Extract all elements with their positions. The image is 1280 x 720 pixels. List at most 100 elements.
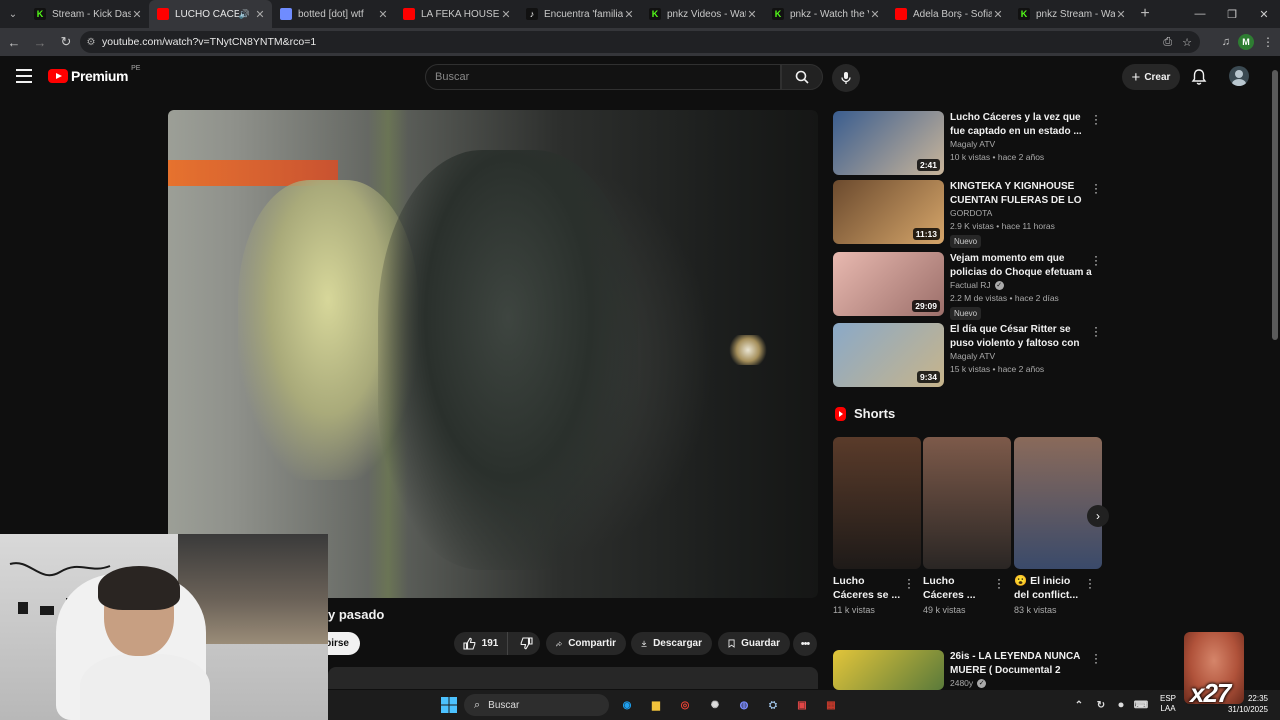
more-actions-button[interactable]: ••• xyxy=(793,632,817,656)
forward-icon[interactable]: → xyxy=(28,30,52,54)
video-thumbnail[interactable]: 2:41 xyxy=(833,111,944,175)
youtube-premium-logo[interactable]: Premium PE xyxy=(48,65,140,84)
description-box[interactable] xyxy=(328,667,818,689)
browser-tab[interactable]: LA FEKA HOUSE EN S✕ xyxy=(395,0,518,28)
like-button[interactable]: 191 xyxy=(454,632,508,655)
notifications-bell-icon[interactable] xyxy=(1191,68,1207,86)
recommended-video[interactable]: 29:09 Vejam momento em que policias do Ch… xyxy=(833,250,1103,320)
app-icon[interactable]: ✺ xyxy=(706,696,724,714)
tab-close-icon[interactable]: ✕ xyxy=(623,8,635,21)
save-button[interactable]: Guardar xyxy=(718,632,790,655)
scrollbar-thumb[interactable] xyxy=(1272,70,1278,340)
download-button[interactable]: Descargar xyxy=(631,632,712,655)
recommended-video[interactable]: 9:34 El día que César Ritter se puso viol… xyxy=(833,321,1103,387)
video-title[interactable]: Vejam momento em que policias do Choque … xyxy=(950,252,1092,279)
input-language[interactable]: ESP LAA xyxy=(1160,694,1176,714)
media-app-icon[interactable]: ▣ xyxy=(793,696,811,714)
sync-icon[interactable]: ↻ xyxy=(1092,696,1110,714)
short-thumbnail[interactable] xyxy=(1014,437,1102,569)
restore-icon[interactable]: ❐ xyxy=(1216,0,1248,28)
tab-close-icon[interactable]: ✕ xyxy=(131,8,143,21)
channel-name[interactable]: Factual RJ xyxy=(950,280,991,290)
video-thumbnail[interactable]: 11:13 xyxy=(833,180,944,244)
tray-overflow-icon[interactable]: ⌃ xyxy=(1070,696,1088,714)
keyboard-icon[interactable]: ⌨ xyxy=(1132,696,1150,714)
channel-name[interactable]: GORDOTA xyxy=(950,208,992,218)
share-button[interactable]: Compartir xyxy=(546,632,626,655)
video-title[interactable]: El día que César Ritter se puso violento… xyxy=(950,323,1092,350)
recommended-video[interactable]: 11:13 KINGTEKA Y KIGNHOUSE CUENTAN FULERA… xyxy=(833,178,1103,248)
short-title[interactable]: Lucho Cáceres se ... xyxy=(833,574,905,602)
browser-tab[interactable]: ♪ Encuentra 'familia co✕ xyxy=(518,0,641,28)
steam-icon[interactable]: ⛭ xyxy=(764,696,782,714)
browser-tab[interactable]: Kpnkz - Watch the VO✕ xyxy=(764,0,887,28)
page-scrollbar[interactable] xyxy=(1270,56,1280,690)
video-menu-icon[interactable]: · · · xyxy=(1091,250,1101,270)
short-menu-icon[interactable]: · · · xyxy=(1088,573,1092,593)
video-thumbnail[interactable]: 29:09 xyxy=(833,252,944,316)
short-menu-icon[interactable]: · · · xyxy=(997,573,1001,593)
menu-icon[interactable] xyxy=(16,69,32,83)
search-input[interactable]: Buscar xyxy=(425,64,781,90)
short-title[interactable]: Lucho Cáceres ... xyxy=(923,574,995,602)
bookmark-star-icon[interactable]: ☆ xyxy=(1182,36,1192,49)
video-menu-icon[interactable]: · · · xyxy=(1091,648,1101,668)
tab-audio-icon[interactable]: 🔊 xyxy=(239,9,250,20)
tab-close-icon[interactable]: ✕ xyxy=(500,8,512,21)
edge-icon[interactable]: ◉ xyxy=(618,696,636,714)
profile-avatar[interactable]: M xyxy=(1238,34,1254,50)
video-thumbnail[interactable] xyxy=(833,650,944,690)
red-app-icon[interactable]: ▦ xyxy=(822,696,840,714)
video-title[interactable]: Lucho Cáceres y la vez que fue captado e… xyxy=(950,111,1092,138)
channel-name[interactable]: Magaly ATV xyxy=(950,351,995,361)
search-button[interactable] xyxy=(781,64,823,90)
media-controls-icon[interactable]: ♫ xyxy=(1222,36,1230,48)
browser-tab[interactable]: Kpnkz Videos - Watch✕ xyxy=(641,0,764,28)
short-thumbnail[interactable] xyxy=(833,437,921,569)
recommended-video[interactable]: 2:41 Lucho Cáceres y la vez que fue capta… xyxy=(833,109,1103,175)
minimize-icon[interactable]: — xyxy=(1184,0,1216,28)
browser-tab[interactable]: K Stream - Kick Dashbo✕ xyxy=(26,0,149,28)
address-url[interactable]: youtube.com/watch?v=TNytCN8YNTM&rco=1 xyxy=(102,36,316,48)
shorts-next-button[interactable]: › xyxy=(1087,505,1109,527)
short-title[interactable]: 😮 El inicio del conflict... xyxy=(1014,574,1086,602)
tab-search-icon[interactable]: ⌄ xyxy=(0,0,26,28)
video-menu-icon[interactable]: · · · xyxy=(1091,178,1101,198)
tab-close-icon[interactable]: ✕ xyxy=(254,8,266,21)
short-thumbnail[interactable] xyxy=(923,437,1011,569)
voice-search-button[interactable] xyxy=(832,64,860,92)
tab-close-icon[interactable]: ✕ xyxy=(869,8,881,21)
recommended-video[interactable]: 26is - LA LEYENDA NUNCA MUERE ( Document… xyxy=(833,648,1103,690)
new-tab-button[interactable]: + xyxy=(1133,5,1157,23)
tab-close-icon[interactable]: ✕ xyxy=(377,8,389,21)
browser-tab[interactable]: LUCHO CÁCERES🔊 ✕ xyxy=(149,0,272,28)
reload-icon[interactable]: ↻ xyxy=(54,30,78,54)
site-info-icon[interactable]: ⚙ xyxy=(80,37,102,48)
taskbar-search[interactable]: ⌕ Buscar xyxy=(464,694,609,716)
video-title[interactable]: 26is - LA LEYENDA NUNCA MUERE ( Document… xyxy=(950,650,1092,677)
install-app-icon[interactable]: ⎙ xyxy=(1163,36,1172,49)
video-title[interactable]: KINGTEKA Y KIGNHOUSE CUENTAN FULERAS DE … xyxy=(950,180,1092,207)
short-menu-icon[interactable]: · · · xyxy=(907,573,911,593)
chrome-menu-icon[interactable]: ⋮ xyxy=(1262,35,1274,49)
video-thumbnail[interactable]: 9:34 xyxy=(833,323,944,387)
back-icon[interactable]: ← xyxy=(2,30,26,54)
chrome-icon[interactable]: ◎ xyxy=(676,696,694,714)
dislike-button[interactable] xyxy=(514,632,540,655)
video-menu-icon[interactable]: · · · xyxy=(1091,109,1101,129)
account-avatar[interactable] xyxy=(1229,66,1249,86)
browser-tab[interactable]: Adela Borș - Sofia - Y✕ xyxy=(887,0,1010,28)
channel-name[interactable]: 2480y xyxy=(950,678,973,688)
create-button[interactable]: + Crear xyxy=(1122,64,1180,90)
browser-tab[interactable]: Kpnkz Stream - Watch✕ xyxy=(1010,0,1133,28)
tab-close-icon[interactable]: ✕ xyxy=(1115,8,1127,21)
video-menu-icon[interactable]: · · · xyxy=(1091,321,1101,341)
video-player[interactable] xyxy=(168,110,818,598)
tab-close-icon[interactable]: ✕ xyxy=(746,8,758,21)
channel-name[interactable]: Magaly ATV xyxy=(950,139,995,149)
file-explorer-icon[interactable]: ▆ xyxy=(647,696,665,714)
close-window-icon[interactable]: ✕ xyxy=(1248,0,1280,28)
browser-tab[interactable]: botted [dot] wtf ✕ xyxy=(272,0,395,28)
tray-mic-icon[interactable]: ⏺ xyxy=(1112,696,1130,714)
windows-start-icon[interactable] xyxy=(440,696,458,714)
